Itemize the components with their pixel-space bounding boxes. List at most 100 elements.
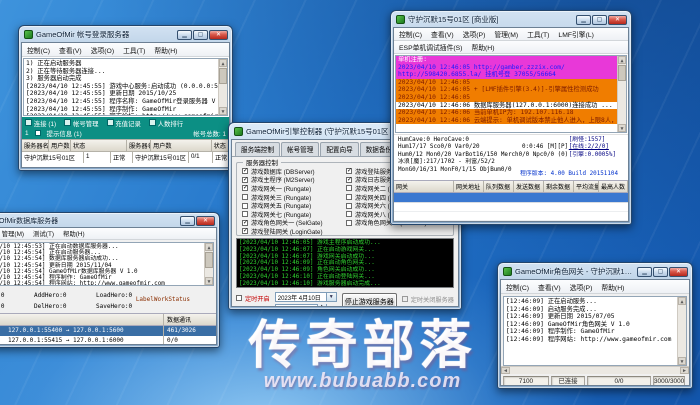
scroll-right-icon[interactable]: ► bbox=[680, 367, 689, 374]
scroll-up-icon[interactable]: ▲ bbox=[678, 297, 686, 305]
connection-row[interactable]: 127.0.0.1:55400 → 127.0.0.1:5600 461/302… bbox=[0, 326, 216, 336]
service-checkbox[interactable]: 游戏角色网关一 (SelGate) bbox=[242, 219, 346, 228]
gate-titlebar[interactable]: GameOfMir角色网关 - 守护沉默15号01区 ▁ ▢ ✕ bbox=[500, 265, 690, 279]
menu-item[interactable]: 查看(V) bbox=[59, 45, 82, 55]
checkbox-box bbox=[242, 194, 248, 200]
start-time-stepper[interactable]: 00:00:00 ▲▼ bbox=[275, 304, 327, 307]
service-checkbox[interactable]: 游戏登陆网关 (LoginGate) bbox=[242, 227, 346, 236]
checkbox-box bbox=[346, 220, 352, 226]
service-checkbox[interactable]: 游戏网关三 (Rungate) bbox=[242, 193, 346, 202]
menu-item[interactable]: 查看(V) bbox=[538, 282, 561, 292]
column-header[interactable]: 状态 bbox=[71, 140, 127, 151]
maximize-button[interactable]: ▢ bbox=[653, 267, 668, 277]
column-header[interactable]: 发送数据 bbox=[514, 181, 544, 192]
horizontal-scrollbar[interactable]: ◄ ► bbox=[501, 366, 689, 374]
scroll-down-icon[interactable]: ▼ bbox=[219, 107, 227, 115]
menu-item[interactable]: 管理(M) bbox=[2, 229, 24, 238]
scroll-up-icon[interactable]: ▲ bbox=[219, 59, 227, 67]
column-header[interactable]: 状态 bbox=[212, 140, 229, 151]
close-button[interactable]: ✕ bbox=[209, 30, 228, 40]
minimize-button[interactable]: ▁ bbox=[576, 15, 591, 25]
tip-checkbox[interactable] bbox=[35, 130, 41, 136]
toolbar-tab[interactable]: 充值记录 bbox=[107, 119, 141, 128]
menu-item[interactable]: 查看(V) bbox=[431, 29, 454, 39]
menu-item[interactable]: 控制(C) bbox=[399, 29, 422, 39]
column-header[interactable]: 队列数据 bbox=[484, 181, 514, 192]
scrollbar[interactable]: ▲ ▼ bbox=[204, 243, 213, 285]
tab[interactable]: 帐号管理 bbox=[281, 142, 319, 156]
menu-item[interactable]: 选项(P) bbox=[570, 282, 593, 292]
gateway-row-selected[interactable] bbox=[394, 193, 628, 203]
menu-item[interactable]: 选项(O) bbox=[91, 45, 114, 55]
uptime-clock: 0:0:46 [M][P] bbox=[522, 144, 568, 151]
menu-item[interactable]: 选项(P) bbox=[463, 29, 486, 39]
scrollbar[interactable]: ▲ ▼ bbox=[677, 297, 686, 365]
menu-item[interactable]: 帮助(H) bbox=[63, 229, 85, 238]
minimize-button[interactable]: ▁ bbox=[177, 30, 192, 40]
scroll-down-icon[interactable]: ▼ bbox=[618, 124, 626, 132]
connection-row[interactable]: 127.0.0.1:55415 → 127.0.0.1:6000 0/0 bbox=[0, 336, 216, 345]
menu-item[interactable]: 控制(C) bbox=[506, 282, 529, 292]
service-checkbox[interactable]: 游戏数据库 (DBServer) bbox=[242, 167, 346, 176]
service-checkbox[interactable]: 游戏主程序 (M2Server) bbox=[242, 176, 346, 185]
stat-value: AddHero:0 bbox=[34, 292, 96, 299]
scroll-left-icon[interactable]: ◄ bbox=[501, 367, 510, 374]
connection-traffic: 0/0 bbox=[164, 336, 216, 345]
scrollbar[interactable]: ▲ ▼ bbox=[617, 56, 626, 132]
menu-item[interactable]: 工具(T) bbox=[527, 29, 549, 39]
spin-up-icon[interactable]: ▲ bbox=[318, 304, 326, 307]
column-header[interactable]: 用户数 bbox=[151, 140, 212, 151]
scroll-up-icon[interactable]: ▲ bbox=[205, 243, 213, 251]
close-button[interactable]: ✕ bbox=[196, 216, 215, 226]
maximize-button[interactable]: ▢ bbox=[193, 30, 208, 40]
menu-item[interactable]: 工具(T) bbox=[123, 45, 145, 55]
column-header[interactable]: 最高人数 bbox=[599, 181, 628, 192]
menu-item[interactable]: LMF引擎(L) bbox=[558, 29, 594, 39]
stop-server-button[interactable]: 停止游戏服务器(T) bbox=[342, 293, 397, 307]
scroll-up-icon[interactable]: ▲ bbox=[618, 56, 626, 64]
menu-item[interactable]: ESP单机调试插件(S) bbox=[399, 42, 462, 52]
scroll-thumb[interactable] bbox=[205, 252, 213, 268]
service-checkbox[interactable]: 游戏网关一 (Rungate) bbox=[242, 184, 346, 193]
scroll-down-icon[interactable]: ▼ bbox=[678, 357, 686, 365]
menu-item[interactable]: 控制(C) bbox=[27, 45, 50, 55]
menu-item[interactable]: 管理(M) bbox=[494, 29, 518, 39]
column-header[interactable]: 网关 bbox=[394, 181, 454, 192]
m2-titlebar[interactable]: 守护沉默15号01区 [商业版] ▁ ▢ ✕ bbox=[393, 13, 629, 27]
column-header[interactable]: 连接统计 bbox=[0, 314, 164, 325]
server-table-row[interactable]: 守护沉默15号01区 1 正常 守护沉默15号01区 0/1 正常 bbox=[22, 152, 229, 163]
menu-item[interactable]: 帮助(H) bbox=[471, 42, 494, 52]
column-header[interactable]: 数据通讯 bbox=[164, 314, 216, 325]
column-header[interactable]: 服务器名 bbox=[22, 140, 49, 151]
menu-item[interactable]: 测试(T) bbox=[33, 229, 54, 238]
timer-stop-checkbox[interactable]: 定时关闭服务器 bbox=[402, 295, 454, 304]
start-date-select[interactable]: 2023年 4月10日 ▼ bbox=[275, 292, 337, 302]
tab[interactable]: 服务端控制 bbox=[235, 142, 280, 156]
service-checkbox[interactable]: 游戏网关七 (Rungate) bbox=[242, 210, 346, 219]
toolbar-tab[interactable]: 连接 (1) bbox=[25, 119, 56, 128]
close-button[interactable]: ✕ bbox=[669, 267, 688, 277]
column-header[interactable]: 网关地址 bbox=[454, 181, 484, 192]
maximize-button[interactable]: ▢ bbox=[592, 15, 607, 25]
scrollbar[interactable]: ▲ ▼ bbox=[218, 59, 227, 115]
scroll-down-icon[interactable]: ▼ bbox=[205, 277, 213, 285]
close-button[interactable]: ✕ bbox=[608, 15, 627, 25]
menu-item[interactable]: 帮助(H) bbox=[154, 45, 177, 55]
db-titlebar[interactable]: GameOfMir数据库服务器 ▁ ✕ bbox=[0, 215, 217, 227]
tab[interactable]: 配置向导 bbox=[320, 142, 358, 156]
chevron-down-icon[interactable]: ▼ bbox=[326, 293, 336, 301]
scroll-thumb[interactable] bbox=[219, 68, 227, 84]
minimize-button[interactable]: ▁ bbox=[180, 216, 195, 226]
minimize-button[interactable]: ▁ bbox=[637, 267, 652, 277]
service-checkbox[interactable]: 游戏网关五 (Rungate) bbox=[242, 201, 346, 210]
scroll-thumb[interactable] bbox=[618, 65, 626, 81]
timer-checkbox[interactable]: 定时开启 bbox=[236, 294, 270, 303]
column-header[interactable]: 剩余数据 bbox=[544, 181, 574, 192]
toolbar-tab[interactable]: 人数排行 bbox=[149, 119, 183, 128]
menu-item[interactable]: 帮助(H) bbox=[601, 282, 624, 292]
column-header[interactable]: 用户数 bbox=[49, 140, 71, 151]
column-header[interactable]: 平均流量 bbox=[574, 181, 599, 192]
login-titlebar[interactable]: GameOfMir 帐号登录服务器 ▁ ▢ ✕ bbox=[21, 28, 230, 42]
column-header[interactable]: 服务器名 bbox=[127, 140, 151, 151]
toolbar-tab[interactable]: 帐号管理 bbox=[64, 119, 98, 128]
